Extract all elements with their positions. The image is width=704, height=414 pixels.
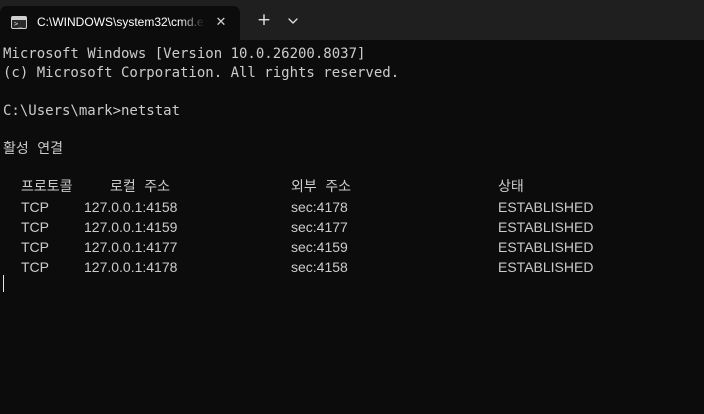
row-state: ESTABLISHED (498, 239, 594, 255)
tab-cmd[interactable]: >_ C:\WINDOWS\system32\cmd.exe ✕ (0, 6, 240, 40)
row-proto: TCP (21, 199, 49, 215)
header-state: 상태 (498, 179, 524, 195)
row-foreign-address: sec:4159 (291, 239, 348, 255)
row-state: ESTABLISHED (498, 199, 594, 215)
active-connections-title: 활성 연결 (3, 141, 63, 157)
row-proto: TCP (21, 219, 49, 235)
prompt-command-line: C:\Users\mark>netstat (3, 103, 181, 119)
row-local-address: 127.0.0.1:4159 (84, 219, 178, 235)
row-local-address: 127.0.0.1:4177 (84, 239, 178, 255)
row-foreign-address: sec:4177 (291, 219, 348, 235)
header-proto: 프로토콜 (21, 179, 73, 195)
header-foreign-address: 외부 주소 (291, 179, 351, 195)
row-proto: TCP (21, 239, 49, 255)
row-proto: TCP (21, 259, 49, 275)
command-prompt-icon: >_ (11, 16, 27, 29)
table-row: TCP 127.0.0.1:4158 sec:4178 ESTABLISHED (3, 198, 593, 217)
chevron-down-icon[interactable] (283, 11, 303, 31)
row-local-address: 127.0.0.1:4178 (84, 259, 178, 275)
table-header-row: 프로토콜 로컬 주소 외부 주소 상태 (3, 178, 524, 197)
header-local-address: 로컬 주소 (110, 179, 170, 195)
terminal-window: >_ C:\WINDOWS\system32\cmd.exe ✕ + Micro… (0, 0, 704, 414)
table-row: TCP 127.0.0.1:4178 sec:4158 ESTABLISHED (3, 258, 593, 277)
table-row: TCP 127.0.0.1:4177 sec:4159 ESTABLISHED (3, 238, 593, 257)
table-row: TCP 127.0.0.1:4159 sec:4177 ESTABLISHED (3, 218, 593, 237)
command-prompt-glyph: >_ (14, 20, 23, 28)
tab-title: C:\WINDOWS\system32\cmd.exe (37, 15, 205, 29)
row-state: ESTABLISHED (498, 219, 594, 235)
console-output[interactable]: Microsoft Windows [Version 10.0.26200.80… (0, 40, 704, 414)
text-cursor (3, 275, 4, 292)
row-local-address: 127.0.0.1:4158 (84, 199, 178, 215)
copyright-line: (c) Microsoft Corporation. All rights re… (3, 65, 400, 81)
row-foreign-address: sec:4158 (291, 259, 348, 275)
new-tab-button[interactable]: + (252, 11, 276, 31)
close-icon[interactable]: ✕ (212, 14, 230, 32)
tab-bar: >_ C:\WINDOWS\system32\cmd.exe ✕ + (0, 0, 704, 40)
version-line: Microsoft Windows [Version 10.0.26200.80… (3, 46, 366, 62)
row-state: ESTABLISHED (498, 259, 594, 275)
row-foreign-address: sec:4178 (291, 199, 348, 215)
